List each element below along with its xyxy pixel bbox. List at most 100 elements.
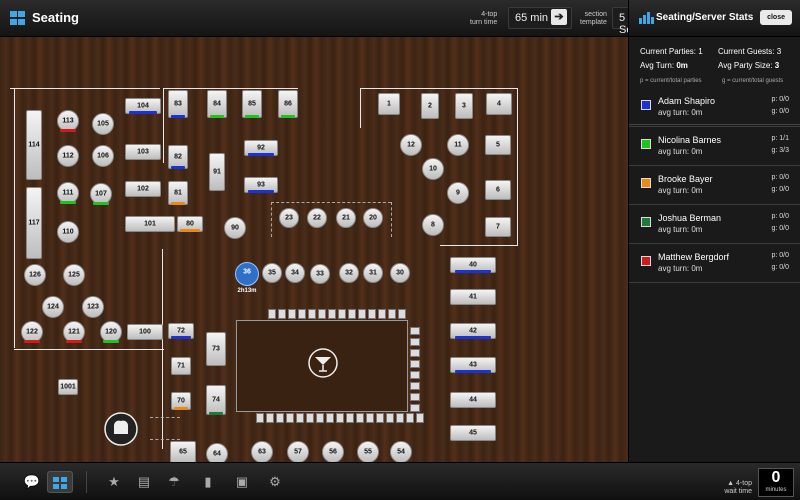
server-row[interactable]: Brooke Bayer avg turn: 0m p: 0/0 g: 0/0	[629, 166, 800, 205]
table-74[interactable]: 74	[206, 385, 226, 415]
table-43[interactable]: 43	[450, 357, 496, 373]
table-22[interactable]: 22	[307, 208, 327, 228]
table-7[interactable]: 7	[485, 217, 511, 237]
table-92[interactable]: 92	[244, 140, 278, 156]
table-31[interactable]: 31	[363, 263, 383, 283]
server-row[interactable]: Adam Shapiro avg turn: 0m p: 0/0 g: 0/0	[629, 88, 800, 127]
table-110[interactable]: 110	[57, 221, 79, 243]
table-100[interactable]: 100	[127, 324, 163, 340]
table-54[interactable]: 54	[390, 441, 412, 462]
seating-grid-button[interactable]	[47, 471, 73, 493]
table-106[interactable]: 106	[92, 145, 114, 167]
table-91[interactable]: 91	[209, 153, 225, 191]
table-20[interactable]: 20	[363, 208, 383, 228]
table-label: 82	[174, 153, 182, 161]
chat-icon[interactable]: 💬	[22, 473, 42, 491]
turn-time-go-button[interactable]: ➔	[551, 9, 567, 25]
star-icon[interactable]: ★	[104, 473, 124, 491]
table-56[interactable]: 56	[322, 441, 344, 462]
table-40[interactable]: 40	[450, 257, 496, 273]
table-1[interactable]: 1	[378, 93, 400, 115]
table-114[interactable]: 114	[26, 110, 42, 180]
table-112[interactable]: 112	[57, 145, 79, 167]
table-35[interactable]: 35	[262, 263, 282, 283]
table-117[interactable]: 117	[26, 187, 42, 259]
table-102[interactable]: 102	[125, 181, 161, 197]
table-8[interactable]: 8	[422, 214, 444, 236]
table-label: 54	[397, 448, 405, 456]
table-103[interactable]: 103	[125, 144, 161, 160]
table-33[interactable]: 33	[310, 264, 330, 284]
table-label: 22	[313, 214, 321, 222]
table-90[interactable]: 90	[224, 217, 246, 239]
table-2[interactable]: 2	[421, 93, 439, 119]
table-124[interactable]: 124	[42, 296, 64, 318]
table-105[interactable]: 105	[92, 113, 114, 135]
table-34[interactable]: 34	[285, 263, 305, 283]
table-label: 21	[342, 214, 350, 222]
table-4[interactable]: 4	[486, 93, 512, 115]
table-6[interactable]: 6	[485, 180, 511, 200]
table-123[interactable]: 123	[82, 296, 104, 318]
table-45[interactable]: 45	[450, 425, 496, 441]
bar-chart-icon[interactable]: ▮	[198, 473, 218, 491]
table-71[interactable]: 71	[171, 357, 191, 375]
table-85[interactable]: 85	[242, 90, 262, 118]
table-12[interactable]: 12	[400, 134, 422, 156]
table-10[interactable]: 10	[422, 158, 444, 180]
table-57[interactable]: 57	[287, 441, 309, 462]
table-23[interactable]: 23	[279, 208, 299, 228]
server-row[interactable]: Matthew Bergdorf avg turn: 0m p: 0/0 g: …	[629, 244, 800, 283]
table-label: 123	[87, 303, 99, 311]
document-icon[interactable]: ▤	[134, 473, 154, 491]
table-126[interactable]: 126	[24, 264, 46, 286]
table-32[interactable]: 32	[339, 263, 359, 283]
table-55[interactable]: 55	[357, 441, 379, 462]
table-65[interactable]: 65	[170, 441, 196, 462]
table-70[interactable]: 70	[171, 392, 191, 410]
table-120[interactable]: 120	[100, 321, 122, 343]
table-41[interactable]: 41	[450, 289, 496, 305]
bar-stool	[358, 309, 366, 319]
table-label: 65	[179, 448, 187, 456]
table-72[interactable]: 72	[168, 323, 194, 339]
close-button[interactable]: close	[760, 10, 792, 25]
table-122[interactable]: 122	[21, 321, 43, 343]
server-dome-icon[interactable]: ☂	[164, 473, 184, 491]
table-121[interactable]: 121	[63, 321, 85, 343]
table-111[interactable]: 111	[57, 182, 79, 204]
table-113[interactable]: 113	[57, 110, 79, 132]
table-83[interactable]: 83	[168, 90, 188, 118]
table-30[interactable]: 30	[390, 263, 410, 283]
table-9[interactable]: 9	[447, 182, 469, 204]
table-44[interactable]: 44	[450, 392, 496, 408]
table-21[interactable]: 21	[336, 208, 356, 228]
table-label: 92	[257, 144, 265, 152]
table-1001[interactable]: 1001	[58, 379, 78, 395]
table-93[interactable]: 93	[244, 177, 278, 193]
table-42[interactable]: 42	[450, 323, 496, 339]
table-11[interactable]: 11	[447, 134, 469, 156]
table-73[interactable]: 73	[206, 332, 226, 366]
table-80[interactable]: 80	[177, 216, 203, 232]
table-84[interactable]: 84	[207, 90, 227, 118]
table-101[interactable]: 101	[125, 216, 175, 232]
table-5[interactable]: 5	[485, 135, 511, 155]
table-label: 44	[469, 396, 477, 404]
table-81[interactable]: 81	[168, 181, 188, 205]
table-64[interactable]: 64	[206, 443, 228, 462]
server-name: Brooke Bayer	[658, 174, 713, 184]
table-63[interactable]: 63	[251, 441, 273, 462]
table-107[interactable]: 107	[90, 183, 112, 205]
gear-icon[interactable]: ⚙	[265, 473, 285, 491]
table-36-selected[interactable]: 36 2h13m	[235, 262, 259, 294]
server-row[interactable]: Nicolina Barnes avg turn: 0m p: 1/1 g: 3…	[629, 127, 800, 166]
table-3[interactable]: 3	[455, 93, 473, 119]
server-parties: p: 0/0	[771, 252, 789, 259]
briefcase-icon[interactable]: ▣	[232, 473, 252, 491]
table-86[interactable]: 86	[278, 90, 298, 118]
table-125[interactable]: 125	[63, 264, 85, 286]
table-82[interactable]: 82	[168, 145, 188, 169]
server-row[interactable]: Joshua Berman avg turn: 0m p: 0/0 g: 0/0	[629, 205, 800, 244]
table-104[interactable]: 104	[125, 98, 161, 114]
